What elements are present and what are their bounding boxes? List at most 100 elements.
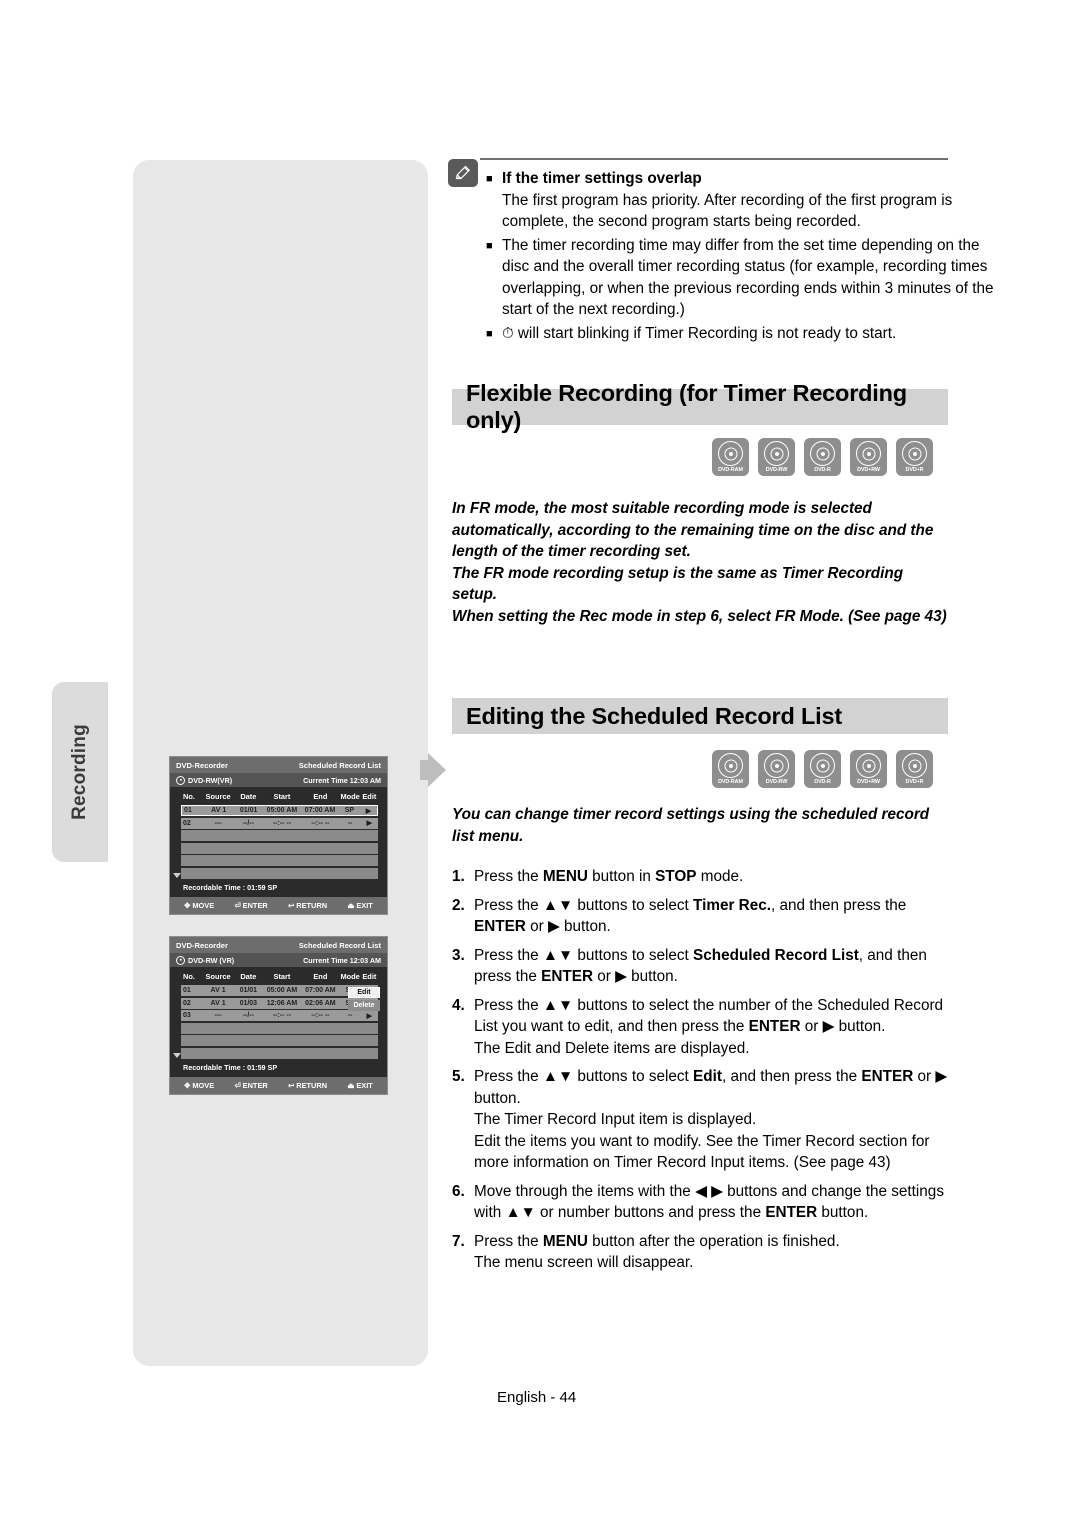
disc-logo-label: DVD+RW	[857, 467, 880, 473]
pencil-icon	[448, 159, 478, 187]
instruction-steps: 1. Press the MENU button in STOP mode. 2. P…	[452, 866, 957, 1281]
chapter-tab-label: Recording	[69, 724, 90, 820]
osd-disc-label: DVD-RW (VR)	[188, 955, 235, 965]
table-cell: --:-- --	[311, 1012, 330, 1019]
table-cell: 07:00 AM	[304, 807, 336, 814]
osd-button-label: RETURN	[296, 1081, 328, 1090]
osd-button-label: MOVE	[192, 1081, 215, 1090]
disc-logo-label: DVD+RW	[857, 779, 880, 785]
column-header: Edit	[362, 972, 377, 981]
osd-button-move[interactable]: ✥ MOVE	[184, 1081, 214, 1090]
table-cell: ▶	[365, 807, 372, 815]
table-cell: 02	[183, 819, 191, 827]
return-icon: ↩	[288, 1081, 295, 1090]
disc-logo-dvd-ram: DVD-RAM	[712, 438, 749, 476]
disc-logo-label: DVD+R	[905, 467, 924, 473]
exit-icon: ⏏	[347, 1081, 355, 1090]
table-cell: ▶	[366, 1012, 373, 1020]
table-cell: 01/01	[239, 807, 258, 814]
disc-icon	[764, 441, 789, 466]
table-cell: AV 1	[210, 999, 226, 1007]
disc-icon	[856, 753, 881, 778]
disc-logo-dvd-rw: DVD+RW	[850, 750, 887, 788]
popup-item-delete[interactable]: Delete	[348, 999, 380, 1011]
step-number: 5.	[452, 1068, 465, 1085]
osd-screen-title: Scheduled Record List	[298, 940, 381, 950]
osd-button-return[interactable]: ↩ RETURN	[288, 1081, 327, 1090]
return-icon: ↩	[288, 901, 295, 910]
table-cell: 05:00 AM	[266, 807, 298, 814]
disc-icon	[176, 955, 185, 965]
note-item-text: The timer recording time may differ from…	[502, 236, 994, 319]
osd-button-exit[interactable]: ⏏ EXIT	[347, 1081, 372, 1090]
step-text: Press the ▲▼ buttons to select Edit, and…	[474, 1066, 957, 1174]
disc-logo-dvd-ram: DVD-RAM	[712, 750, 749, 788]
disc-logo-dvd-r: DVD+R	[896, 750, 933, 788]
osd-button-label: ENTER	[242, 1081, 268, 1090]
osd-current-time: Current Time 12:03 AM	[303, 775, 381, 785]
column-header: Source	[205, 972, 231, 981]
popup-item-edit[interactable]: Edit	[348, 987, 380, 998]
intro-line: In FR mode, the most suitable recording …	[452, 500, 872, 517]
column-header: Date	[240, 792, 257, 801]
osd-button-label: RETURN	[296, 901, 328, 910]
table-row[interactable]: 01 AV 1 01/01 05:00 AM 07:00 AM SP ▶	[181, 805, 378, 816]
osd-button-move[interactable]: ✥ MOVE	[184, 901, 214, 910]
section-heading-text: Flexible Recording (for Timer Recording …	[466, 380, 907, 433]
note-list: ■ If the timer settings overlap The first …	[486, 168, 994, 348]
table-cell: --	[347, 819, 353, 827]
osd-body: No. Source Date Start End Mode Edit 01 AV 1 01/01…	[170, 787, 387, 897]
osd-device-name: DVD-Recorder	[176, 760, 228, 770]
osd-button-bar: ✥ MOVE ⏎ ENTER ↩ RETURN ⏏ EXIT	[170, 1077, 387, 1094]
table-row-empty[interactable]	[181, 867, 378, 879]
table-row-empty[interactable]	[181, 830, 378, 841]
table-cell: SP	[344, 807, 355, 814]
osd-disc-label: DVD-RW(VR)	[188, 775, 233, 785]
table-row-empty[interactable]	[181, 842, 378, 854]
step-text: Move through the items with the ◀ ▶ butt…	[474, 1182, 944, 1222]
disc-logo-dvd-r: DVD-R	[804, 750, 841, 788]
disc-logo-label: DVD-R	[814, 779, 831, 785]
osd-screen-edit-delete-popup: DVD-Recorder Scheduled Record List DVD-RW …	[169, 936, 388, 1095]
scroll-down-icon[interactable]	[173, 1053, 181, 1058]
disc-icon	[764, 753, 789, 778]
osd-button-enter[interactable]: ⏎ ENTER	[234, 1081, 267, 1090]
disc-logo-dvd-rw: DVD-RW	[758, 750, 795, 788]
disc-logo-dvd-rw: DVD+RW	[850, 438, 887, 476]
osd-body: No. Source Date Start End Mode Edit 01 AV 1 01/01…	[170, 967, 387, 1077]
osd-button-exit[interactable]: ⏏ EXIT	[347, 901, 372, 910]
osd-button-enter[interactable]: ⏎ ENTER	[234, 901, 267, 910]
table-cell: --:-- --	[272, 1012, 292, 1019]
disc-logo-label: DVD-RAM	[718, 779, 743, 785]
intro-line: automatically, according to the remainin…	[452, 521, 934, 539]
disc-icon	[718, 753, 743, 778]
column-header: No.	[183, 972, 195, 981]
table-cell: --:-- --	[311, 819, 330, 827]
osd-button-return[interactable]: ↩ RETURN	[288, 901, 327, 910]
osd-table-rows: 01 AV 1 01/01 05:00 AM 07:00 AM SP ▶ 02 --- --/--…	[170, 805, 387, 879]
osd-current-time: Current Time 12:03 AM	[303, 955, 381, 965]
page-footer: English - 44	[497, 1389, 577, 1406]
table-cell: 01	[183, 987, 191, 994]
step-text: Press the ▲▼ buttons to select Scheduled…	[474, 946, 927, 986]
scroll-down-icon[interactable]	[173, 873, 181, 878]
manual-page: Recording ■ If the timer settings overlap…	[0, 0, 1080, 1534]
section-heading-flexible-recording: Flexible Recording (for Timer Recording …	[452, 380, 948, 433]
step-number: 1.	[452, 868, 465, 885]
column-header: Mode	[340, 792, 360, 801]
table-cell: ---	[214, 819, 222, 827]
table-row[interactable]: 02 --- --/-- --:-- -- --:-- -- -- ▶	[181, 817, 378, 829]
table-row-empty[interactable]	[181, 855, 378, 866]
table-row-empty[interactable]	[181, 1035, 378, 1046]
osd-status-bar: DVD-RW(VR) Current Time 12:03 AM	[170, 773, 387, 787]
osd-title-bar: DVD-Recorder Scheduled Record List	[170, 937, 387, 953]
table-cell: --:-- --	[272, 819, 292, 827]
column-header: Mode	[340, 972, 360, 981]
step-subtext: The Edit and Delete items are displayed.	[474, 1039, 750, 1057]
column-header: End	[313, 972, 328, 981]
note-divider	[480, 158, 948, 160]
table-row-empty[interactable]	[181, 1047, 378, 1059]
note-item-text: ⏱ will start blinking if Timer Recording…	[502, 324, 897, 342]
disc-logo-dvd-rw: DVD-RW	[758, 438, 795, 476]
table-row-empty[interactable]	[181, 1022, 378, 1034]
